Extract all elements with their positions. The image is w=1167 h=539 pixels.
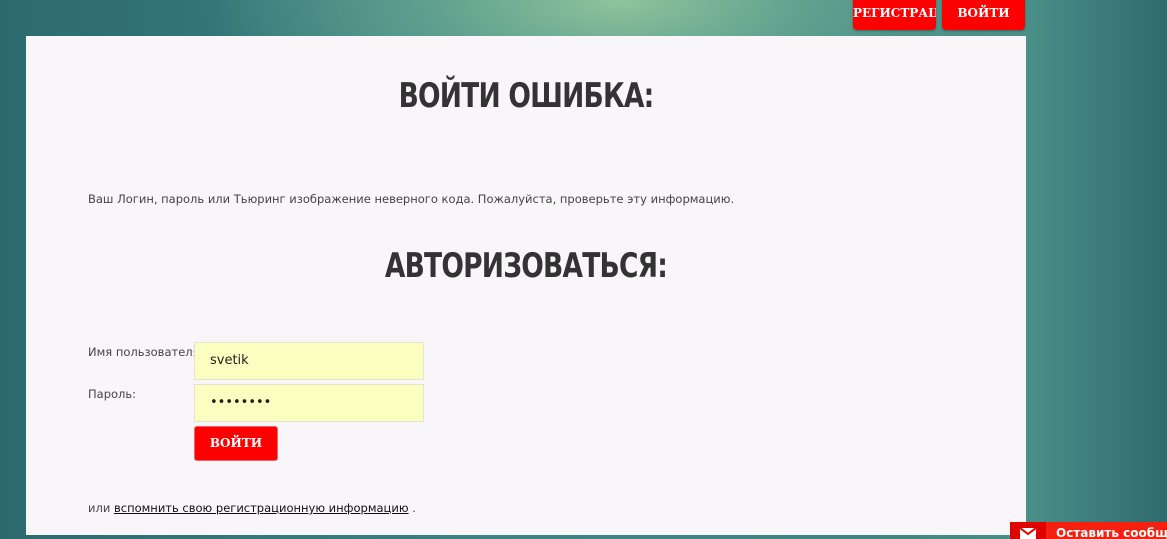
footer-suffix: .: [412, 501, 416, 515]
error-title: ВОЙТИ ОШИБКА:: [398, 76, 655, 116]
register-button[interactable]: РЕГИСТРАЦИЯ: [853, 0, 936, 30]
password-label: Пароль:: [88, 387, 137, 401]
auth-title: АВТОРИЗОВАТЬСЯ:: [384, 246, 668, 286]
login-submit-button[interactable]: ВОЙТИ: [194, 426, 278, 461]
footer-text: или вспомнить свою регистрационную инфор…: [88, 501, 416, 515]
content-panel: ВОЙТИ ОШИБКА: Ваш Логин, пароль или Тьюр…: [26, 36, 1026, 535]
recover-info-link[interactable]: вспомнить свою регистрационную информаци…: [114, 501, 409, 515]
username-input[interactable]: svetik: [194, 342, 424, 380]
footer-prefix: или: [88, 501, 111, 515]
password-input[interactable]: ••••••••: [194, 384, 424, 422]
header-login-button[interactable]: ВОЙТИ: [942, 0, 1025, 30]
username-label: Имя пользователя:: [88, 345, 204, 359]
leave-message-widget[interactable]: Оставить сообщение: [1010, 522, 1167, 539]
mail-icon: [1010, 522, 1046, 539]
error-message: Ваш Логин, пароль или Тьюринг изображени…: [88, 192, 735, 206]
leave-message-label: Оставить сообщение: [1056, 526, 1167, 539]
